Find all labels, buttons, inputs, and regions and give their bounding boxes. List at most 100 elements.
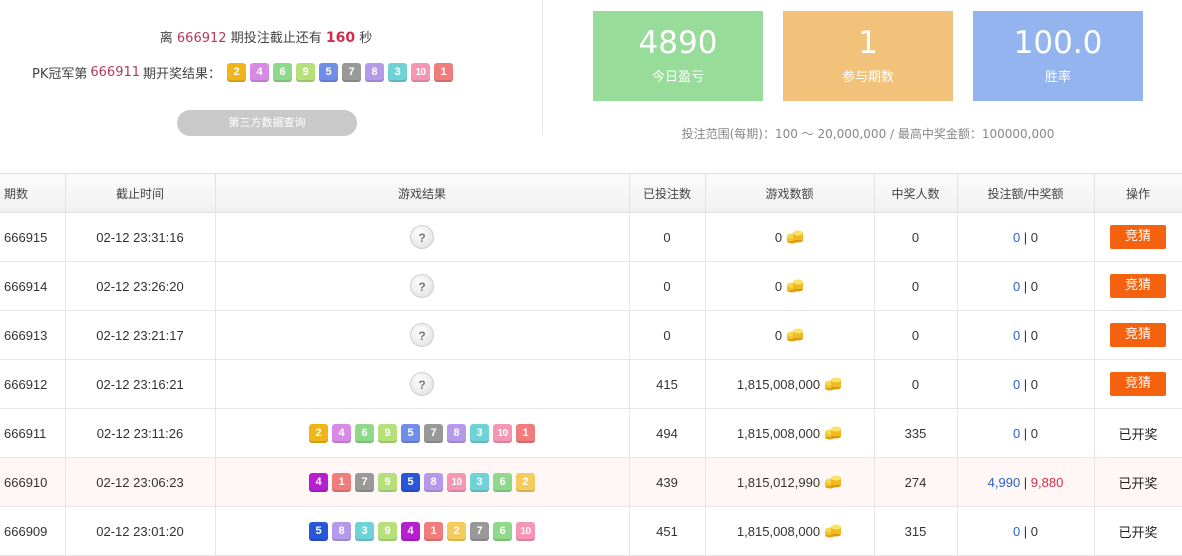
- amount-value: 0: [774, 327, 783, 343]
- question-icon: ?: [410, 323, 434, 347]
- stat-value: 100.0: [1013, 25, 1103, 61]
- result-balls: 2 4 6 9 5 7 8 3 10 1: [216, 423, 629, 443]
- cell-amount: 1,815,008,000: [705, 359, 875, 409]
- cell-deadline: 02-12 23:31:16: [65, 212, 216, 262]
- result-ball: 3: [470, 423, 489, 443]
- result-ball: 6: [273, 62, 293, 82]
- header-bet-win: 投注额/中奖额: [957, 173, 1095, 213]
- draw-info: 离 666912 期投注截止还有 160 秒 PK冠军第 666911 期开奖结…: [0, 0, 542, 162]
- win-amount: 9,880: [1030, 474, 1064, 490]
- gold-coins-icon: [824, 524, 842, 538]
- stat-value: 4890: [638, 25, 718, 61]
- records-table: 期数 截止时间 游戏结果 已投注数 游戏数额 中奖人数 投注额/中奖额 操作 6…: [0, 173, 1182, 556]
- gold-coins-icon: [824, 475, 842, 489]
- result-ball: 3: [470, 472, 489, 492]
- cell-deadline: 02-12 23:16:21: [65, 359, 216, 409]
- third-party-data-button[interactable]: 第三方数据查询: [177, 110, 357, 136]
- cell-issue: 666910: [0, 457, 66, 507]
- guess-button[interactable]: 竞猜: [1110, 372, 1166, 396]
- cell-bets: 0: [629, 212, 706, 262]
- result-ball: 3: [355, 521, 374, 541]
- countdown-prefix: 离: [159, 31, 173, 46]
- drawn-status: 已开奖: [1118, 476, 1158, 492]
- cell-bets: 0: [629, 261, 706, 311]
- result-ball: 3: [388, 62, 408, 82]
- header-issue: 期数: [0, 173, 66, 213]
- stat-value: 1: [858, 25, 878, 61]
- result-ball: 7: [424, 423, 443, 443]
- result-ball: 5: [401, 472, 420, 492]
- cell-winners: 0: [874, 261, 958, 311]
- cell-issue: 666914: [0, 261, 66, 311]
- result-ball: 10: [516, 521, 535, 541]
- cell-action: 已开奖: [1094, 408, 1182, 458]
- win-amount: 0: [1030, 278, 1039, 294]
- amount-value: 1,815,008,000: [736, 523, 821, 539]
- gold-coins-icon: [786, 328, 804, 342]
- guess-button[interactable]: 竞猜: [1110, 225, 1166, 249]
- cell-winners: 0: [874, 310, 958, 360]
- win-amount: 0: [1030, 523, 1039, 539]
- cell-result: ?: [215, 261, 630, 311]
- cell-bet-win: 0 | 0: [957, 359, 1095, 409]
- stat-label: 胜率: [1044, 70, 1071, 85]
- cell-action: 已开奖: [1094, 457, 1182, 507]
- cell-bets: 494: [629, 408, 706, 458]
- separator: |: [1020, 425, 1031, 441]
- cell-deadline: 02-12 23:01:20: [65, 506, 216, 556]
- result-ball: 4: [401, 521, 420, 541]
- result-ball: 2: [447, 521, 466, 541]
- cell-winners: 274: [874, 457, 958, 507]
- cell-winners: 315: [874, 506, 958, 556]
- result-ball: 4: [309, 472, 328, 492]
- result-ball: 4: [332, 423, 351, 443]
- gold-coins-icon: [786, 279, 804, 293]
- result-ball: 10: [493, 423, 512, 443]
- result-ball: 9: [378, 472, 397, 492]
- separator: |: [1020, 278, 1031, 294]
- cell-bets: 0: [629, 310, 706, 360]
- guess-button[interactable]: 竞猜: [1110, 323, 1166, 347]
- cell-bet-win: 0 | 0: [957, 261, 1095, 311]
- table-row: 666909 02-12 23:01:20 5 8 3 9 4 1 2 7 6 10 451 1,815,…: [0, 506, 1182, 556]
- separator: |: [1020, 229, 1031, 245]
- win-amount: 0: [1030, 376, 1039, 392]
- question-icon: ?: [410, 225, 434, 249]
- cell-amount: 0: [705, 212, 875, 262]
- countdown-issue: 666912: [176, 31, 227, 46]
- header-winners: 中奖人数: [874, 173, 958, 213]
- cell-issue: 666913: [0, 310, 66, 360]
- countdown-seconds: 160: [325, 30, 356, 46]
- drawn-status: 已开奖: [1118, 525, 1158, 541]
- cell-issue: 666909: [0, 506, 66, 556]
- bet-amount: 4,990: [987, 474, 1021, 490]
- divider: [542, 0, 543, 135]
- win-amount: 0: [1030, 229, 1039, 245]
- last-result-suffix: 期开奖结果：: [143, 66, 222, 82]
- cell-bet-win: 0 | 0: [957, 408, 1095, 458]
- result-ball: 6: [355, 423, 374, 443]
- result-ball: 1: [332, 472, 351, 492]
- result-ball: 8: [424, 472, 443, 492]
- drawn-status: 已开奖: [1118, 427, 1158, 443]
- result-ball: 6: [493, 472, 512, 492]
- table-row: 666911 02-12 23:11:26 2 4 6 9 5 7 8 3 10 1 494 1,815,…: [0, 408, 1182, 458]
- amount-value: 1,815,008,000: [736, 376, 821, 392]
- stat-label: 参与期数: [841, 70, 894, 85]
- cell-deadline: 02-12 23:26:20: [65, 261, 216, 311]
- cell-result: ?: [215, 212, 630, 262]
- guess-button[interactable]: 竞猜: [1110, 274, 1166, 298]
- table-row: 666915 02-12 23:31:16? 0 0 0 0 | 0 竞猜: [0, 212, 1182, 262]
- result-ball: 8: [447, 423, 466, 443]
- cell-deadline: 02-12 23:06:23: [65, 457, 216, 507]
- cell-result: 2 4 6 9 5 7 8 3 10 1: [215, 408, 630, 458]
- amount-value: 1,815,008,000: [736, 425, 821, 441]
- separator: |: [1020, 474, 1031, 490]
- cell-action: 竞猜: [1094, 212, 1182, 262]
- header-result: 游戏结果: [215, 173, 630, 213]
- win-amount: 0: [1030, 327, 1039, 343]
- header-bets: 已投注数: [629, 173, 706, 213]
- table-row: 666912 02-12 23:16:21? 415 1,815,008,000 0 0 …: [0, 359, 1182, 409]
- cell-action: 竞猜: [1094, 359, 1182, 409]
- last-result-line: PK冠军第 666911 期开奖结果： 2 4 6 9 5 7 8 3 10 1: [32, 60, 454, 84]
